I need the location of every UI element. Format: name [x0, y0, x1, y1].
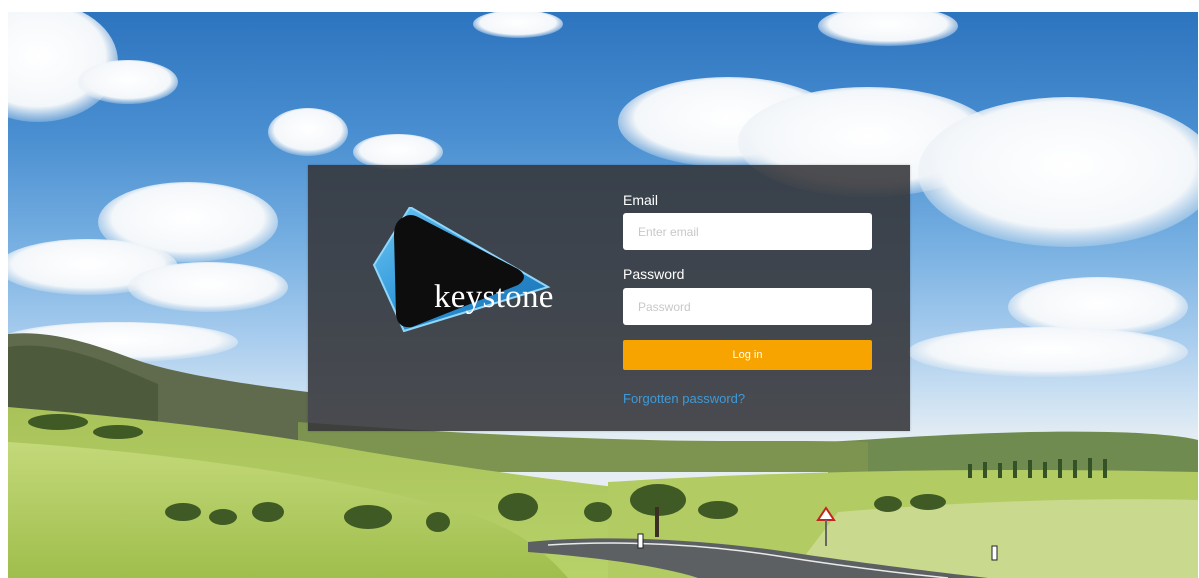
brand-wordmark: keystone — [434, 279, 554, 315]
login-button[interactable]: Log in — [623, 340, 872, 370]
login-panel: keystone Email Password Log in Forgotten… — [308, 165, 910, 431]
brand-logo: keystone — [368, 207, 578, 337]
forgot-password-link[interactable]: Forgotten password? — [623, 391, 745, 406]
play-triangle-icon — [372, 207, 551, 333]
email-label: Email — [623, 192, 659, 208]
password-field[interactable] — [623, 288, 872, 325]
password-label: Password — [623, 266, 685, 282]
email-field[interactable] — [623, 213, 872, 250]
